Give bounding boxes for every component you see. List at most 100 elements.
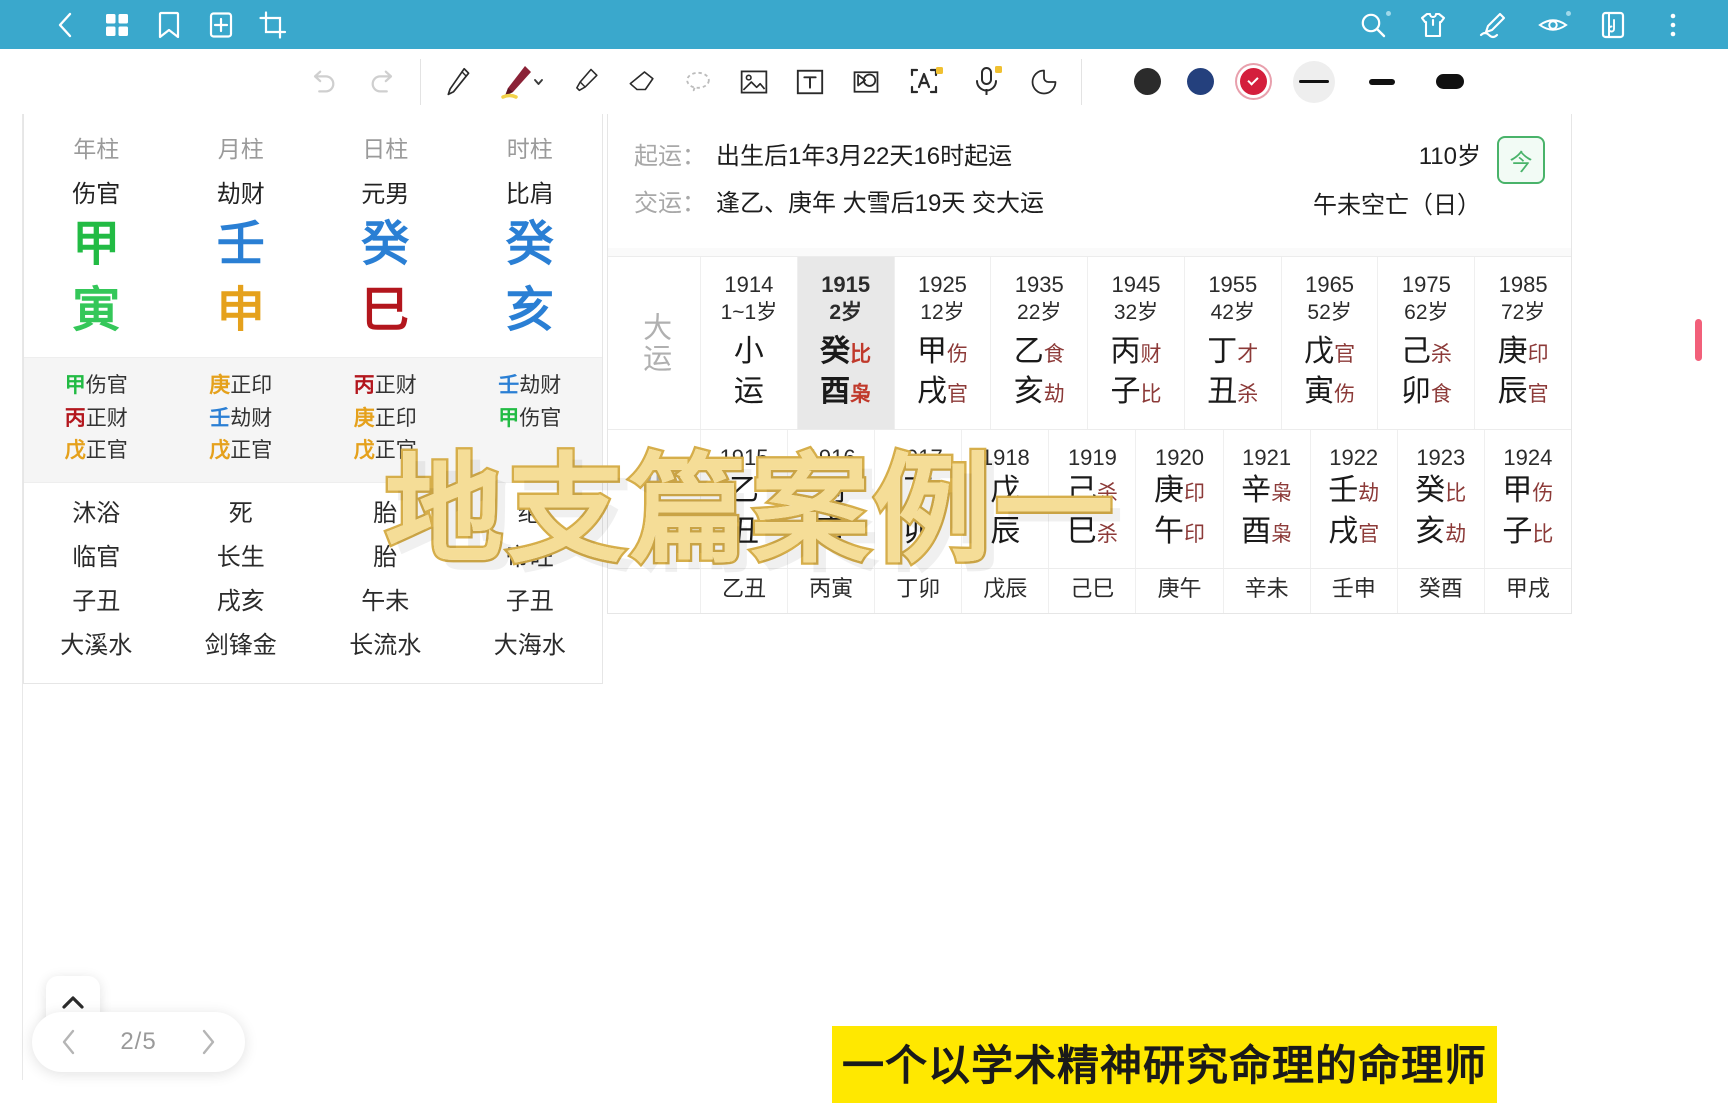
- dayun-stem-group: 甲伤: [895, 332, 991, 373]
- liunian-stem-group: 癸比: [1398, 471, 1484, 512]
- nayin: 大海水: [493, 631, 566, 659]
- text-icon[interactable]: [795, 67, 825, 97]
- lasso-icon[interactable]: [683, 67, 713, 97]
- bazi-four-pillars-table: 年柱 月柱 日柱 时柱 伤官 劫财 元男 比肩 甲 壬 癸 癸 寅 申 巳 亥 …: [23, 114, 603, 684]
- dayun-branch-group: 亥劫: [991, 372, 1087, 413]
- dayun-cell[interactable]: 1925 12岁 甲伤 戌官: [893, 257, 991, 429]
- dayun-year: 1975: [1401, 272, 1451, 297]
- image-icon[interactable]: [739, 67, 769, 97]
- dayun-age: 22岁: [1017, 300, 1062, 324]
- dayun-stem-god: 食: [1043, 342, 1065, 366]
- jiaoyun-value: 逢乙、庚年 大雪后19天 交大运: [716, 190, 1045, 217]
- dayun-branch-group: 酉枭: [798, 372, 894, 413]
- mic-icon[interactable]: [971, 65, 1003, 97]
- video-caption: 一个以学术精神研究命理的命理师: [832, 1026, 1498, 1103]
- hidden-stem: 戊: [209, 439, 231, 463]
- liunian-cell[interactable]: 1924 甲伤 子比: [1483, 429, 1571, 569]
- stroke-medium-button[interactable]: [1361, 61, 1403, 103]
- liunian-branch: 子: [1502, 514, 1533, 548]
- fountain-pen-icon[interactable]: [499, 65, 545, 99]
- liunian-nayin-cell: 癸酉: [1396, 569, 1484, 613]
- bazi-kongwang-row: 子丑 戌亥 午未 子丑: [24, 581, 602, 625]
- hidden-stem: 庚: [353, 406, 375, 430]
- sign-icon[interactable]: [1478, 10, 1508, 40]
- book-icon[interactable]: [1598, 10, 1628, 40]
- redo-icon[interactable]: [368, 67, 398, 97]
- dayun-cell[interactable]: 1965 52岁 戊官 寅伤: [1280, 257, 1378, 429]
- changsheng-2: 临官: [72, 543, 121, 571]
- hidden-stem: 戊: [353, 439, 375, 463]
- dayun-year: 1985: [1498, 272, 1548, 297]
- shape-icon[interactable]: [851, 67, 881, 97]
- grid-icon[interactable]: [102, 10, 132, 40]
- liunian-stem-god: 劫: [1358, 482, 1380, 506]
- color-swatch-black[interactable]: [1134, 68, 1161, 95]
- prev-page-button[interactable]: [54, 1027, 84, 1057]
- qiyun-label: 起运：: [634, 143, 706, 170]
- liunian-cell[interactable]: 1922 壬劫 戌官: [1309, 429, 1397, 569]
- highlighter-icon[interactable]: [571, 67, 601, 97]
- today-button[interactable]: 今: [1497, 136, 1545, 184]
- dayun-cell[interactable]: 1935 22岁 乙食 亥劫: [990, 257, 1087, 429]
- dayun-branch: 丑: [1207, 375, 1238, 409]
- dayun-cell[interactable]: 1955 42岁 丁才 丑杀: [1183, 257, 1281, 429]
- color-swatch-navy[interactable]: [1187, 68, 1214, 95]
- liunian-branch: 戌: [1328, 514, 1359, 548]
- bazi-nayin-row: 大溪水 剑锋金 长流水 大海水: [24, 625, 602, 683]
- dayun-year: 1945: [1111, 272, 1161, 297]
- kongwang: 子丑: [72, 587, 121, 615]
- add-page-icon[interactable]: [206, 10, 236, 40]
- liunian-stem: 癸: [1415, 474, 1446, 508]
- dayun-branch-god: 伤: [1334, 383, 1356, 407]
- changsheng-2: 长生: [216, 543, 265, 571]
- dayun-stem-group: 庚印: [1475, 332, 1571, 373]
- ocr-icon[interactable]: [907, 66, 945, 97]
- undo-icon[interactable]: [308, 67, 338, 97]
- shirt-icon[interactable]: [1418, 10, 1448, 40]
- dayun-stem: 丙: [1110, 334, 1141, 368]
- note-canvas[interactable]: 年柱 月柱 日柱 时柱 伤官 劫财 元男 比肩 甲 壬 癸 癸 寅 申 巳 亥 …: [0, 114, 1728, 1103]
- dayun-cell[interactable]: 1975 62岁 己杀 卯食: [1377, 257, 1474, 429]
- next-page-button[interactable]: [193, 1027, 223, 1057]
- dayun-cell[interactable]: 1985 72岁 庚印 辰官: [1474, 257, 1571, 429]
- page-scroll-indicator[interactable]: [1695, 319, 1702, 361]
- toolbar-divider-2: [1081, 58, 1082, 105]
- liunian-branch: 午: [1154, 514, 1185, 548]
- bookmark-icon[interactable]: [154, 10, 184, 40]
- stroke-thin-button[interactable]: [1293, 60, 1335, 103]
- liunian-cell[interactable]: 1923 癸比 亥劫: [1396, 429, 1484, 569]
- liunian-stem: 庚: [1154, 474, 1185, 508]
- liunian-stem-god: 比: [1445, 482, 1467, 506]
- stroke-thick-button[interactable]: [1429, 61, 1471, 103]
- dayun-stem-group: 癸比: [798, 332, 894, 373]
- pillar-header: 日柱: [362, 136, 409, 162]
- liunian-nayin: 癸酉: [1418, 576, 1463, 602]
- dayun-branch: 戌: [916, 375, 947, 409]
- hidden-stem: 庚: [209, 374, 231, 397]
- search-icon[interactable]: [1358, 10, 1391, 40]
- more-icon[interactable]: [1658, 10, 1688, 40]
- dayun-cell[interactable]: 1914 1~1岁 小 运: [700, 257, 797, 429]
- hidden-stem: 壬: [498, 374, 520, 397]
- dayun-age: 42岁: [1210, 300, 1255, 324]
- earthly-branch: 申: [216, 284, 265, 337]
- dayun-year: 1935: [1014, 272, 1064, 297]
- hidden-stem-god: 劫财: [230, 406, 273, 430]
- crop-icon[interactable]: [258, 10, 288, 40]
- pen-icon[interactable]: [443, 67, 473, 97]
- dayun-cell-selected[interactable]: 1915 2岁 癸比 酉枭: [796, 257, 894, 429]
- color-swatch-red-selected[interactable]: [1240, 68, 1267, 95]
- dayun-cell[interactable]: 1945 32岁 丙财 子比: [1087, 257, 1184, 429]
- sticker-text[interactable]: 地支篇案例一 地支篇案例一: [374, 414, 1124, 590]
- dayun-branch-god: 官: [1527, 383, 1549, 407]
- ten-god: 元男: [361, 181, 410, 208]
- back-arrow-icon[interactable]: [50, 10, 80, 40]
- sticker-icon[interactable]: [1029, 67, 1059, 97]
- dayun-age: 2岁: [829, 300, 863, 324]
- eraser-icon[interactable]: [627, 67, 657, 97]
- eye-icon[interactable]: [1538, 10, 1571, 40]
- liunian-cell[interactable]: 1920 庚印 午印: [1135, 429, 1222, 569]
- liunian-cell[interactable]: 1921 辛枭 酉枭: [1222, 429, 1310, 569]
- liunian-stem-group: 辛枭: [1224, 471, 1310, 512]
- dayun-stem-group: 丙财: [1088, 332, 1184, 373]
